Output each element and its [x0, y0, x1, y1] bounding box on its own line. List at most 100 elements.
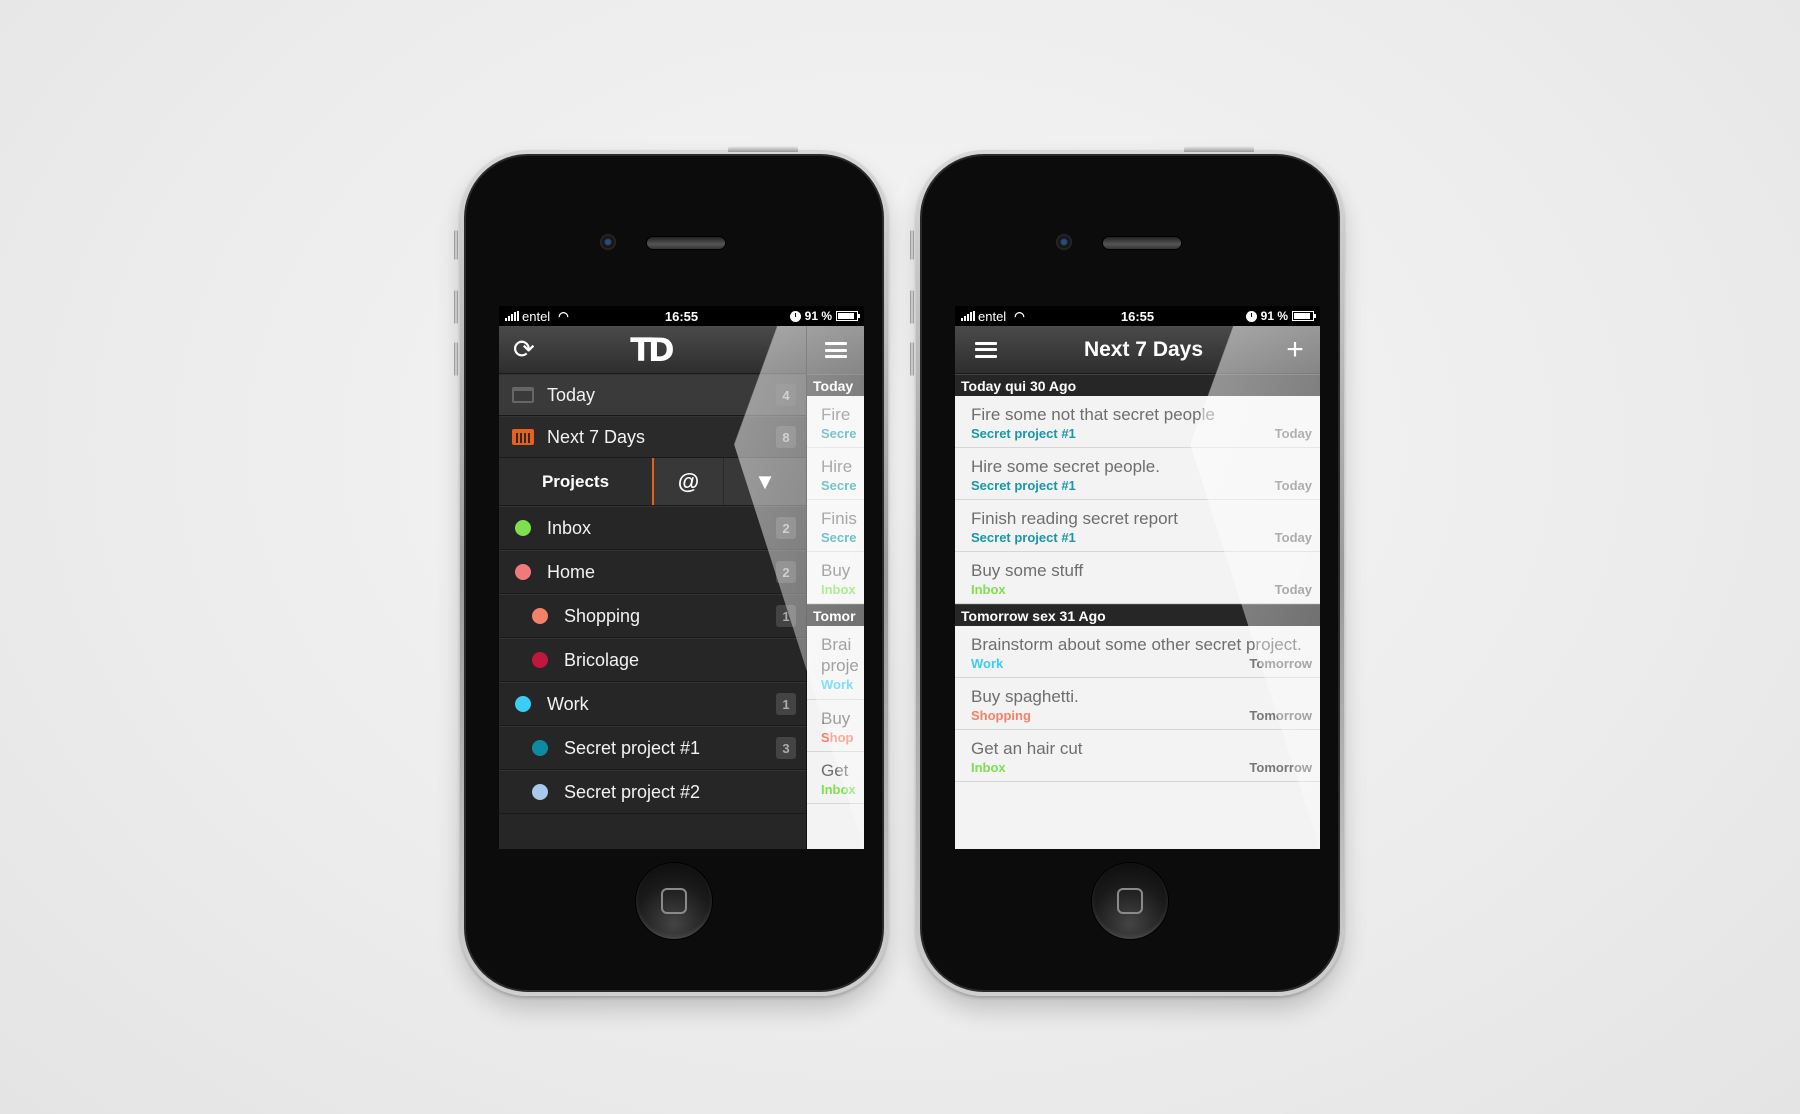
- front-camera: [1056, 234, 1072, 250]
- task-row[interactable]: Finis Secre: [807, 500, 864, 552]
- task-title: Hire some secret people.: [971, 457, 1160, 476]
- sidebar-item-today[interactable]: Today 4: [499, 374, 806, 416]
- hamburger-icon[interactable]: [824, 342, 847, 358]
- task-project: Secre: [821, 426, 857, 441]
- power-button: [728, 146, 798, 152]
- section-header: Tomor: [807, 604, 864, 626]
- task-project: Secre: [821, 478, 857, 493]
- task-row[interactable]: Buy Inbox: [807, 552, 864, 604]
- count-badge: 4: [776, 384, 796, 406]
- sidebar-project-item[interactable]: Home 2: [499, 550, 806, 594]
- battery-percent: 91 %: [804, 309, 832, 323]
- task-row[interactable]: Hire some secret people. Secret project #…: [955, 448, 1320, 500]
- left-screen: entel ◠ 16:55 91 % ⟳ TD Today 4 Next 7 D…: [499, 306, 864, 849]
- volume-down-button: [454, 342, 458, 376]
- main-navbar: Next 7 Days +: [955, 326, 1320, 374]
- tab-contexts[interactable]: @: [654, 458, 724, 505]
- menu-button[interactable]: [955, 341, 1017, 358]
- task-row[interactable]: Fire some not that secret people Secret p…: [955, 396, 1320, 448]
- tab-filter[interactable]: ▼: [724, 458, 806, 505]
- sidebar-item-next-7-days[interactable]: Next 7 Days 8: [499, 416, 806, 458]
- task-project: Shop: [821, 730, 854, 745]
- volume-down-button: [910, 342, 914, 376]
- task-due-date: Today: [1274, 426, 1312, 441]
- task-row[interactable]: Brainstorm about some other secret proje…: [955, 626, 1320, 678]
- sidebar-item-label: Next 7 Days: [547, 426, 646, 447]
- task-row[interactable]: Finish reading secret report Secret proje…: [955, 500, 1320, 552]
- right-screen: entel ◠ 16:55 91 % Next 7 Days + Today q…: [955, 306, 1320, 849]
- earpiece-speaker: [646, 236, 726, 250]
- sidebar-project-item[interactable]: Secret project #1 3: [499, 726, 806, 770]
- sidebar-project-item[interactable]: Shopping 1: [499, 594, 806, 638]
- project-color-dot-icon: [528, 652, 552, 668]
- task-title: Fire some not that secret people: [971, 405, 1215, 424]
- task-title: Brai: [821, 635, 852, 654]
- project-label: Secret project #1: [564, 737, 701, 758]
- project-label: Bricolage: [564, 649, 640, 670]
- task-project: Secret project #1: [971, 530, 1076, 545]
- task-row[interactable]: Fire Secre: [807, 396, 864, 448]
- task-title: Hire: [821, 457, 853, 476]
- project-label: Inbox: [547, 517, 592, 538]
- sidebar-project-item[interactable]: Inbox 2: [499, 506, 806, 550]
- task-row[interactable]: Get Inbox: [807, 752, 864, 804]
- task-panel-peek[interactable]: Today Fire Secre Hire Secre Finis Secre Buy Inbo…: [806, 326, 864, 849]
- task-row[interactable]: Get an hair cut Inbox Tomorrow: [955, 730, 1320, 782]
- task-row[interactable]: Brai proje Work: [807, 626, 864, 700]
- plus-icon: +: [1286, 332, 1304, 366]
- sidebar-navbar: ⟳ TD: [499, 326, 806, 374]
- volume-up-button: [910, 290, 914, 324]
- section-header: Today qui 30 Ago: [955, 374, 1320, 396]
- carrier-name: entel: [978, 308, 1007, 324]
- task-project: Inbox: [971, 582, 1006, 597]
- status-bar: entel ◠ 16:55 91 %: [955, 306, 1320, 326]
- filter-icon: ▼: [754, 468, 776, 494]
- home-button[interactable]: [1091, 862, 1169, 940]
- task-row[interactable]: Buy Shop: [807, 700, 864, 752]
- calendar-week-icon: [511, 429, 535, 445]
- task-title: Buy spaghetti.: [971, 687, 1079, 706]
- sync-icon[interactable]: ⟳: [513, 334, 535, 365]
- peek-navbar: [807, 326, 864, 374]
- at-icon: @: [677, 468, 700, 494]
- phone-right: entel ◠ 16:55 91 % Next 7 Days + Today q…: [910, 146, 1344, 996]
- battery-icon: [1292, 311, 1316, 321]
- home-button[interactable]: [635, 862, 713, 940]
- count-badge: 1: [776, 693, 796, 715]
- task-title: Buy: [821, 709, 851, 728]
- sidebar-tabs: Projects @ ▼: [499, 458, 806, 506]
- task-project: Secret project #1: [971, 478, 1076, 493]
- project-color-dot-icon: [528, 784, 552, 800]
- task-title: Get: [821, 761, 849, 780]
- sidebar-project-item[interactable]: Secret project #2: [499, 770, 806, 814]
- task-project: Secre: [821, 530, 857, 545]
- hamburger-icon: [975, 341, 997, 358]
- count-badge: 2: [776, 561, 796, 583]
- project-color-dot-icon: [511, 564, 535, 580]
- task-title-line2: proje: [821, 656, 859, 675]
- sidebar-project-item[interactable]: Bricolage: [499, 638, 806, 682]
- mute-switch: [454, 230, 458, 260]
- tab-projects[interactable]: Projects: [499, 458, 654, 505]
- task-row[interactable]: Buy spaghetti. Shopping Tomorrow: [955, 678, 1320, 730]
- task-project: Inbox: [821, 782, 856, 797]
- section-header: Today: [807, 374, 864, 396]
- sidebar-project-item[interactable]: Work 1: [499, 682, 806, 726]
- task-due-date: Tomorrow: [1249, 760, 1312, 775]
- power-button: [1184, 146, 1254, 152]
- task-due-date: Tomorrow: [1249, 656, 1312, 671]
- task-title: Buy some stuff: [971, 561, 1084, 580]
- count-badge: 1: [776, 605, 796, 627]
- add-task-button[interactable]: +: [1270, 333, 1320, 367]
- task-row[interactable]: Buy some stuff Inbox Today: [955, 552, 1320, 604]
- sidebar: ⟳ TD Today 4 Next 7 Days 8 Projects @ ▼ …: [499, 326, 806, 849]
- task-title: Finish reading secret report: [971, 509, 1178, 528]
- project-color-dot-icon: [528, 608, 552, 624]
- task-due-date: Today: [1274, 530, 1312, 545]
- calendar-icon: [511, 387, 535, 403]
- task-project: Inbox: [821, 582, 856, 597]
- task-row[interactable]: Hire Secre: [807, 448, 864, 500]
- task-due-date: Today: [1274, 478, 1312, 493]
- clock-time: 16:55: [664, 308, 699, 324]
- project-label: Secret project #2: [564, 781, 701, 802]
